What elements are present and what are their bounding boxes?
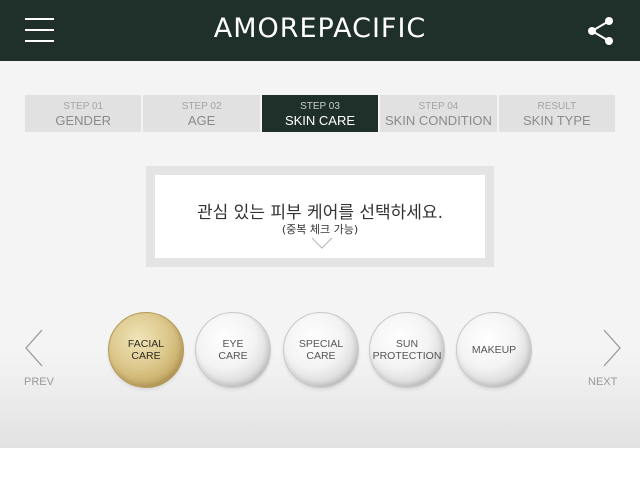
option-label-line2: PROTECTION bbox=[372, 350, 442, 362]
step-label: SKIN CARE bbox=[284, 113, 356, 128]
option-label: SPECIAL CARE bbox=[299, 338, 343, 362]
step-number: STEP 03 bbox=[300, 101, 340, 112]
option-label: MAKEUP bbox=[472, 344, 516, 356]
step-number: STEP 01 bbox=[63, 101, 104, 112]
step-gender[interactable]: STEP 01 GENDER bbox=[25, 95, 142, 132]
question-box: 관심 있는 피부 케어를 선택하세요. (중복 체크 가능) bbox=[146, 166, 494, 267]
app-header: AMOREPACIFIC bbox=[0, 0, 640, 61]
option-eye-care[interactable]: EYE CARE bbox=[195, 312, 271, 388]
option-special-care[interactable]: SPECIAL CARE bbox=[283, 312, 359, 388]
step-number: STEP 04 bbox=[418, 101, 459, 112]
option-sun-protection[interactable]: SUN PROTECTION bbox=[369, 312, 445, 388]
step-result[interactable]: RESULT SKIN TYPE bbox=[498, 95, 616, 132]
option-label-line2: CARE bbox=[218, 350, 248, 362]
step-skin-condition[interactable]: STEP 04 SKIN CONDITION bbox=[380, 95, 497, 132]
step-number: RESULT bbox=[537, 101, 577, 112]
option-label-line1: SUN bbox=[395, 338, 419, 350]
step-progress: STEP 01 GENDER STEP 02 AGE STEP 03 SKIN … bbox=[25, 95, 616, 132]
option-label-line1: SPECIAL bbox=[298, 338, 344, 350]
next-label: NEXT bbox=[588, 376, 618, 388]
step-label: AGE bbox=[187, 113, 216, 128]
next-button[interactable]: NEXT bbox=[584, 328, 624, 392]
question-subtitle: (중복 체크 가능) bbox=[281, 223, 359, 236]
question-title: 관심 있는 피부 케어를 선택하세요. bbox=[197, 203, 443, 223]
option-makeup[interactable]: MAKEUP bbox=[456, 312, 532, 388]
step-age[interactable]: STEP 02 AGE bbox=[143, 95, 260, 132]
option-label-line1: EYE bbox=[222, 338, 244, 350]
step-number: STEP 02 bbox=[181, 101, 222, 112]
step-label: GENDER bbox=[55, 113, 112, 128]
option-label-line1: FACIAL bbox=[127, 338, 165, 350]
option-label: SUN PROTECTION bbox=[373, 338, 442, 362]
step-label: SKIN TYPE bbox=[522, 113, 591, 128]
prev-button[interactable]: PREV bbox=[22, 328, 62, 392]
step-label: SKIN CONDITION bbox=[384, 113, 492, 128]
step-skin-care[interactable]: STEP 03 SKIN CARE bbox=[261, 95, 379, 132]
prev-label: PREV bbox=[24, 376, 54, 388]
option-label-line2: CARE bbox=[131, 350, 161, 362]
share-icon[interactable] bbox=[585, 15, 617, 47]
option-label-line1: MAKEUP bbox=[471, 344, 517, 356]
chevron-right-icon bbox=[603, 329, 621, 367]
option-label: EYE CARE bbox=[218, 338, 247, 362]
brand-logo[interactable]: AMOREPACIFIC bbox=[0, 13, 640, 44]
chevron-left-icon bbox=[25, 329, 43, 367]
question-panel: 관심 있는 피부 케어를 선택하세요. (중복 체크 가능) bbox=[155, 175, 485, 258]
bottom-bar bbox=[0, 448, 640, 480]
option-label-line2: CARE bbox=[306, 350, 336, 362]
option-label: FACIAL CARE bbox=[128, 338, 164, 362]
chevron-down-icon bbox=[311, 237, 333, 249]
option-facial-care[interactable]: FACIAL CARE bbox=[108, 312, 184, 388]
